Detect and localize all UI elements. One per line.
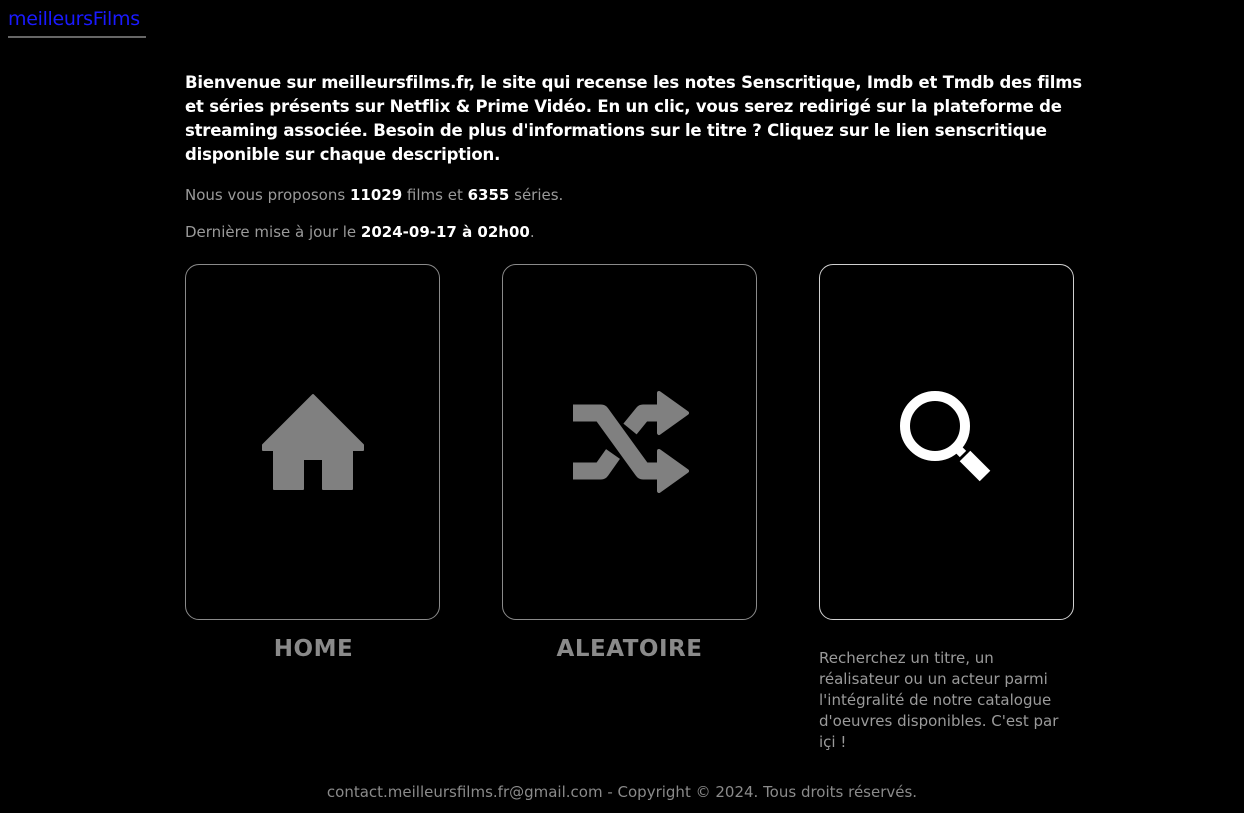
films-count: 11029 [349,186,403,204]
search-icon [899,391,990,482]
search-card[interactable] [819,264,1074,620]
random-card[interactable] [502,264,757,620]
update-prefix: Dernière mise à jour le [185,223,361,241]
intro-text: Bienvenue sur meilleursfilms.fr, le site… [185,73,1082,164]
count-middle: films et [402,186,468,204]
update-suffix: . [529,223,535,241]
random-label[interactable]: ALEATOIRE [501,634,758,664]
home-card[interactable] [185,264,440,620]
footer: contact.meilleursfilms.fr@gmail.com - Co… [0,781,1244,803]
home-label[interactable]: HOME [185,634,442,664]
search-description[interactable]: Recherchez un titre, un réalisateur ou u… [819,648,1077,753]
site-logo[interactable]: meilleursFilms [8,6,146,38]
count-prefix: Nous vous proposons [185,186,350,204]
copyright-text: - Copyright © 2024. Tous droits réservés… [602,783,918,801]
shuffle-icon [572,391,689,493]
update-datetime: 2024-09-17 à 02h00 [360,223,530,241]
contact-email-link[interactable]: contact.meilleursfilms.fr@gmail.com [327,783,603,801]
home-icon [261,394,364,490]
last-update: Dernière mise à jour le 2024-09-17 à 02h… [185,221,535,243]
catalog-count: Nous vous proposons 11029 films et 6355 … [185,184,563,206]
series-count: 6355 [467,186,510,204]
count-suffix: séries. [509,186,564,204]
